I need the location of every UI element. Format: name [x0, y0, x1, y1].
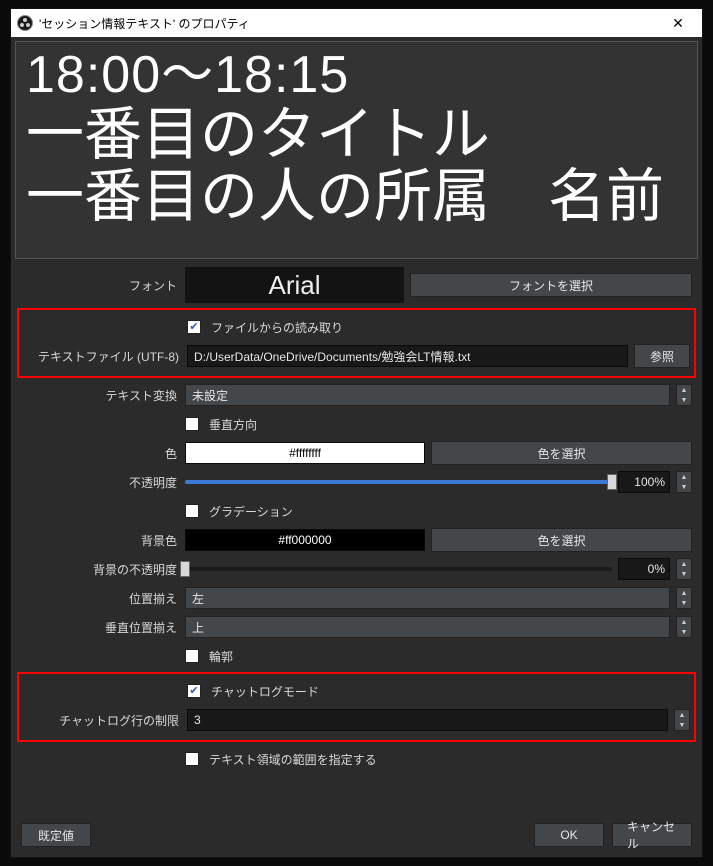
footer: 既定値 OK キャンセル: [21, 823, 692, 847]
gradient-label: グラデーション: [209, 503, 293, 520]
gradient-checkbox[interactable]: [185, 504, 199, 518]
align-spinner[interactable]: ▲▼: [676, 587, 692, 609]
bgopacity-slider[interactable]: [185, 567, 612, 571]
bgopacity-spinner[interactable]: ▲▼: [676, 558, 692, 580]
chatlog-group-highlight: ✔ チャットログモード チャットログ行の制限 ▲▼: [17, 672, 696, 742]
color-value[interactable]: #ffffffff: [185, 442, 425, 464]
extents-label: テキスト領域の範囲を指定する: [209, 751, 377, 768]
transform-spinner[interactable]: ▲▼: [676, 384, 692, 406]
valign-spinner[interactable]: ▲▼: [676, 616, 692, 638]
label-transform: テキスト変換: [21, 387, 185, 404]
extents-checkbox[interactable]: [185, 752, 199, 766]
file-path-input[interactable]: [187, 345, 628, 367]
select-font-button[interactable]: フォントを選択: [410, 273, 692, 297]
form-area: フォント Arial フォントを選択 ✔ ファイルからの読み取り テキストファイ…: [11, 265, 702, 772]
vertical-label: 垂直方向: [209, 416, 257, 433]
preview-line-3: 一番目の人の所属 名前: [26, 167, 687, 228]
close-button[interactable]: ✕: [658, 9, 698, 37]
label-bgcolor: 背景色: [21, 532, 185, 549]
text-preview: 18:00～18:15 一番目のタイトル 一番目の人の所属 名前: [15, 41, 698, 259]
read-from-file-checkbox[interactable]: ✔: [187, 320, 201, 334]
titlebar: 'セッション情報テキスト' のプロパティ ✕: [11, 9, 702, 37]
preview-line-1: 18:00～18:15: [26, 48, 687, 103]
transform-select[interactable]: 未設定: [185, 384, 670, 406]
label-align: 位置揃え: [21, 590, 185, 607]
select-color-button[interactable]: 色を選択: [431, 441, 692, 465]
chatlog-checkbox[interactable]: ✔: [187, 684, 201, 698]
label-bgopacity: 背景の不透明度: [21, 561, 185, 578]
app-icon: [17, 15, 33, 31]
outline-checkbox[interactable]: [185, 649, 199, 663]
bgcolor-value[interactable]: #ff000000: [185, 529, 425, 551]
browse-button[interactable]: 参照: [634, 344, 690, 368]
select-bgcolor-button[interactable]: 色を選択: [431, 528, 692, 552]
opacity-value[interactable]: 100%: [618, 471, 670, 493]
file-group-highlight: ✔ ファイルからの読み取り テキストファイル (UTF-8) 参照: [17, 308, 696, 378]
opacity-spinner[interactable]: ▲▼: [676, 471, 692, 493]
label-font: フォント: [21, 277, 185, 294]
label-text-file: テキストファイル (UTF-8): [23, 348, 187, 365]
ok-button[interactable]: OK: [534, 823, 604, 847]
chatlog-label: チャットログモード: [211, 683, 319, 700]
label-opacity: 不透明度: [21, 474, 185, 491]
preview-line-2: 一番目のタイトル: [26, 105, 687, 166]
label-chatlog-limit: チャットログ行の制限: [23, 712, 187, 729]
bgopacity-value[interactable]: 0%: [618, 558, 670, 580]
label-valign: 垂直位置揃え: [21, 619, 185, 636]
chatlog-lines-spinner[interactable]: ▲▼: [674, 709, 690, 731]
opacity-slider[interactable]: [185, 480, 612, 484]
read-from-file-label: ファイルからの読み取り: [211, 319, 343, 336]
outline-label: 輪郭: [209, 648, 233, 665]
defaults-button[interactable]: 既定値: [21, 823, 91, 847]
font-display: Arial: [185, 267, 404, 303]
label-color: 色: [21, 445, 185, 462]
window-title: 'セッション情報テキスト' のプロパティ: [39, 15, 658, 32]
valign-select[interactable]: 上: [185, 616, 670, 638]
cancel-button[interactable]: キャンセル: [612, 823, 692, 847]
properties-window: 'セッション情報テキスト' のプロパティ ✕ 18:00～18:15 一番目のタ…: [10, 8, 703, 858]
align-select[interactable]: 左: [185, 587, 670, 609]
vertical-checkbox[interactable]: [185, 417, 199, 431]
chatlog-lines-input[interactable]: [187, 709, 668, 731]
